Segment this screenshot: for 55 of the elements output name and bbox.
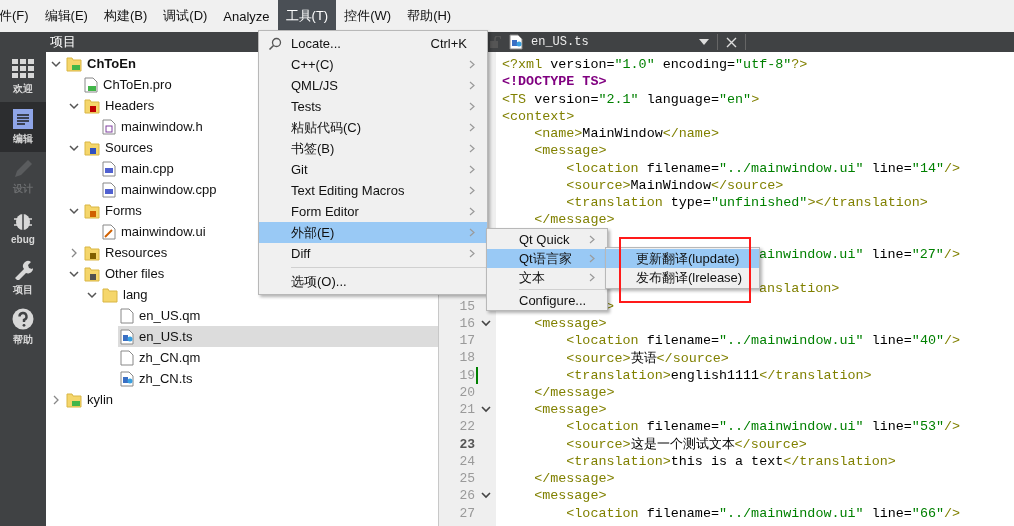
tree-item-label: ChToEn.pro bbox=[103, 77, 172, 92]
code-line: <source>这是一个测试文本</source> bbox=[565, 436, 807, 454]
tree-item-label: mainwindow.cpp bbox=[121, 182, 217, 197]
code-line: <TS version="2.1" language="en"> bbox=[501, 91, 760, 107]
line-number: 27 bbox=[458, 505, 475, 521]
tree-item-label: Sources bbox=[105, 140, 153, 155]
line-number: 19 bbox=[458, 367, 475, 383]
code-line: <source>MainWindow</source> bbox=[565, 177, 784, 193]
code-line: <location filename="../mainwindow.ui" line="40"/> bbox=[565, 333, 961, 349]
tree-item-label: main.cpp bbox=[121, 161, 174, 176]
code-line: <?xml version="1.0" encoding="utf-8"?> bbox=[501, 57, 808, 73]
tree-item-label: Other files bbox=[105, 266, 165, 281]
code-line: <source>英语</source> bbox=[565, 349, 729, 367]
code-line: <location filename="../mainwindow.ui" line="66"/> bbox=[565, 505, 961, 521]
code-line: <translation>english1111</translation> bbox=[565, 367, 872, 383]
line-number: 26 bbox=[458, 488, 475, 504]
code-line: <context> bbox=[501, 108, 575, 124]
tree-item-label: Headers bbox=[105, 98, 155, 113]
code-line: </message> bbox=[533, 212, 615, 228]
line-number: 17 bbox=[458, 333, 475, 349]
code-line: </message> bbox=[533, 384, 615, 400]
code-line: <translation>this is a text</translation> bbox=[565, 453, 896, 469]
code-line: <location filename="../mainwindow.ui" line="14"/> bbox=[565, 160, 961, 176]
code-line: ainwindow.ui" line="27"/> bbox=[758, 246, 960, 262]
code-line: anslation> bbox=[758, 281, 840, 297]
panel-title: 项目 bbox=[50, 33, 76, 51]
code-line: <!DOCTYPE TS> bbox=[501, 74, 607, 90]
line-number: 16 bbox=[458, 315, 475, 331]
code-line: <message> bbox=[533, 315, 607, 331]
code-line: <translation type="unfinished"></translation> bbox=[565, 195, 928, 211]
line-number: 21 bbox=[458, 402, 475, 418]
code-line: <location filename="../mainwindow.ui" line="53"/> bbox=[565, 419, 961, 435]
tree-item-label: en_US.ts bbox=[139, 329, 193, 344]
tree-item-label: Resources bbox=[105, 245, 168, 260]
line-number: 18 bbox=[458, 350, 475, 366]
tree-item-label: ChToEn bbox=[87, 56, 136, 71]
line-number: 20 bbox=[458, 384, 475, 400]
tree-item-label: zh_CN.ts bbox=[139, 371, 193, 386]
tree-item-label: Forms bbox=[105, 203, 142, 218]
tree-item-label: kylin bbox=[87, 392, 113, 407]
line-number: 25 bbox=[458, 471, 475, 487]
code-line: <message> bbox=[533, 402, 607, 418]
tree-item-label: mainwindow.h bbox=[121, 119, 203, 134]
tree-item-label: mainwindow.ui bbox=[121, 224, 206, 239]
line-number: 22 bbox=[458, 419, 475, 435]
tree-item-label: lang bbox=[123, 287, 148, 302]
line-number: 23 bbox=[458, 436, 475, 452]
line-number: 24 bbox=[458, 453, 475, 469]
tree-item-label: zh_CN.qm bbox=[139, 350, 201, 365]
code-line: </message> bbox=[533, 471, 615, 487]
code-line: <name>MainWindow</name> bbox=[533, 126, 719, 142]
line-number: 15 bbox=[458, 298, 475, 314]
code-line: <message> bbox=[533, 488, 607, 504]
code-line: <message> bbox=[533, 143, 607, 159]
tree-item-label: en_US.qm bbox=[139, 308, 201, 323]
